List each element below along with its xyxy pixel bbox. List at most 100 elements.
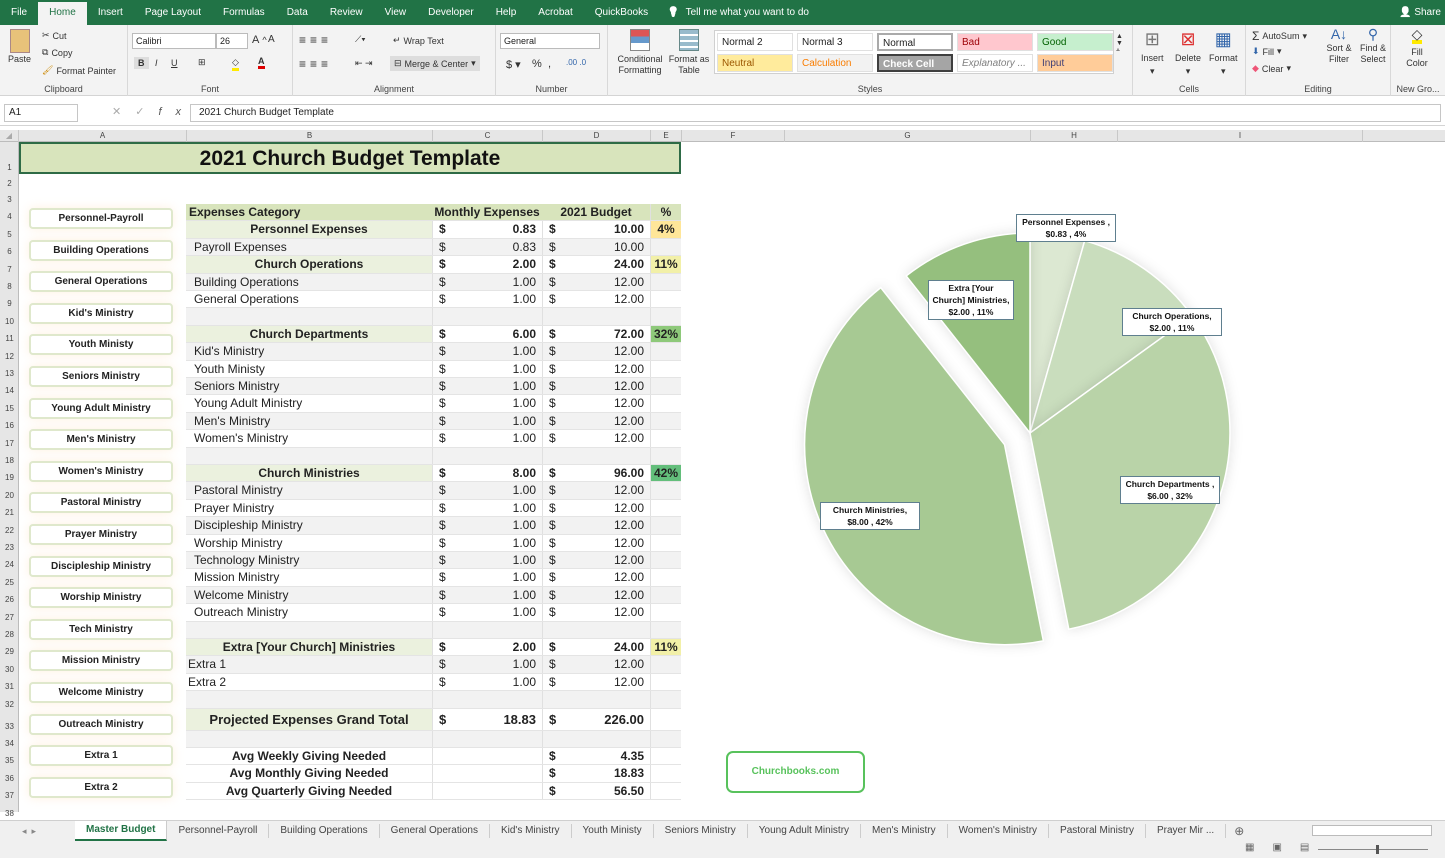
number-format-select[interactable]: General (500, 33, 600, 49)
blank-row[interactable] (186, 621, 681, 639)
autosum-button[interactable]: Σ AutoSum ▾ (1252, 29, 1307, 43)
table-row[interactable]: Pastoral Ministry $1.00 $12.00 (186, 482, 681, 500)
row-header[interactable]: 28 (0, 629, 19, 641)
nav-button-women-s-ministry[interactable]: Women's Ministry (29, 460, 173, 482)
menu-tab-quickbooks[interactable]: QuickBooks (584, 0, 659, 25)
row-header[interactable]: 9 (0, 298, 19, 310)
row-header[interactable]: 22 (0, 525, 19, 537)
style-check-cell[interactable]: Check Cell (877, 54, 953, 72)
column-header-b[interactable]: B (187, 130, 433, 142)
row-header[interactable]: 4 (0, 211, 19, 223)
sheet-tab-pastoral-ministry[interactable]: Pastoral Ministry (1049, 824, 1146, 838)
row-header[interactable]: 17 (0, 438, 19, 450)
underline-button[interactable]: U (168, 57, 181, 69)
blank-row[interactable] (186, 691, 681, 709)
row-header[interactable]: 14 (0, 385, 19, 397)
format-button[interactable]: ▦ Format ▾ (1209, 29, 1238, 77)
row-header[interactable]: 19 (0, 472, 19, 484)
sheet-tab-youth-ministy[interactable]: Youth Ministy (572, 824, 654, 838)
row-header[interactable]: 32 (0, 699, 19, 711)
row-header[interactable]: 38 (0, 808, 19, 820)
churchbooks-link-button[interactable]: Churchbooks.com (726, 751, 865, 793)
row-header[interactable]: 3 (0, 194, 19, 206)
budget-pie-chart[interactable]: Personnel Expenses , $0.83 , 4% Church Op… (780, 190, 1250, 660)
row-header[interactable]: 31 (0, 681, 19, 693)
orientation-icon[interactable]: ⟋▾ (355, 34, 366, 45)
row-header[interactable]: 11 (0, 333, 19, 345)
section-row[interactable]: Personnel Expenses $0.83 $10.00 4% (186, 221, 681, 239)
summary-row[interactable]: Avg Quarterly Giving Needed $56.50 (186, 782, 681, 801)
style-neutral[interactable]: Neutral (717, 54, 793, 72)
select-all-corner[interactable]: ◢ (0, 130, 19, 142)
tell-me-box[interactable]: 💡 Tell me what you want to do (667, 7, 809, 18)
nav-button-building-operations[interactable]: Building Operations (29, 239, 173, 261)
style-normal-2[interactable]: Normal 2 (717, 33, 793, 51)
menu-tab-view[interactable]: View (374, 0, 418, 25)
sheet-nav-arrows[interactable]: ◂ ▸ (0, 826, 75, 837)
section-row[interactable]: Church Departments $6.00 $72.00 32% (186, 325, 681, 344)
row-header[interactable]: 36 (0, 773, 19, 785)
sheet-tab-general-operations[interactable]: General Operations (380, 824, 490, 838)
zoom-slider-thumb[interactable] (1376, 845, 1379, 854)
sheet-tab-seniors-ministry[interactable]: Seniors Ministry (654, 824, 748, 838)
row-header[interactable]: 20 (0, 490, 19, 502)
delete-button[interactable]: ⊠ Delete ▾ (1175, 29, 1201, 77)
column-header-c[interactable]: C (433, 130, 543, 142)
table-row[interactable]: Extra 1 $1.00 $12.00 (186, 656, 681, 674)
row-header[interactable]: 1 (0, 162, 19, 174)
sheet-tab-women-s-ministry[interactable]: Women's Ministry (948, 824, 1050, 838)
comma-button[interactable]: , (548, 58, 551, 70)
percent-button[interactable]: % (532, 58, 542, 70)
column-header-a[interactable]: A (19, 130, 187, 142)
nav-button-kid-s-ministry[interactable]: Kid's Ministry (29, 302, 173, 324)
nav-button-welcome-ministry[interactable]: Welcome Ministry (29, 682, 173, 703)
menu-tab-acrobat[interactable]: Acrobat (527, 0, 583, 25)
table-row[interactable]: Kid's Ministry $1.00 $12.00 (186, 343, 681, 361)
sheet-title[interactable]: 2021 Church Budget Template (19, 142, 681, 174)
row-header[interactable]: 5 (0, 229, 19, 241)
column-header-i[interactable]: I (1118, 130, 1363, 142)
grand-total-row[interactable]: Projected Expenses Grand Total $18.83 $226… (186, 708, 681, 731)
table-row[interactable]: Young Adult Ministry $1.00 $12.00 (186, 395, 681, 413)
shrink-font-button[interactable]: A (268, 34, 275, 45)
table-row[interactable]: Seniors Ministry $1.00 $12.00 (186, 378, 681, 396)
copy-button[interactable]: ⧉ Copy (42, 47, 72, 58)
table-row[interactable]: Men's Ministry $1.00 $12.00 (186, 412, 681, 431)
menu-tab-insert[interactable]: Insert (87, 0, 134, 25)
row-header[interactable]: 27 (0, 612, 19, 624)
nav-button-young-adult-ministry[interactable]: Young Adult Ministry (29, 397, 173, 419)
table-row[interactable]: Extra 2 $1.00 $12.00 (186, 673, 681, 692)
format-as-table-button[interactable]: Format as Table (666, 29, 712, 76)
find-select-button[interactable]: ⚲ Find & Select (1356, 27, 1390, 65)
column-header-d[interactable]: D (543, 130, 651, 142)
menu-tab-developer[interactable]: Developer (417, 0, 485, 25)
cut-button[interactable]: ✂ Cut (42, 30, 67, 41)
section-row[interactable]: Church Ministries $8.00 $96.00 42% (186, 465, 681, 483)
table-row[interactable]: Technology Ministry $1.00 $12.00 (186, 552, 681, 570)
nav-button-prayer-ministry[interactable]: Prayer Ministry (29, 524, 173, 545)
formula-input[interactable]: 2021 Church Budget Template (190, 104, 1441, 122)
nav-button-outreach-ministry[interactable]: Outreach Ministry (29, 713, 173, 735)
style-normal-3[interactable]: Normal 3 (797, 33, 873, 51)
menu-tab-home[interactable]: Home (38, 2, 87, 25)
italic-button[interactable]: I (152, 57, 161, 69)
table-row[interactable]: Worship Ministry $1.00 $12.00 (186, 534, 681, 552)
table-row[interactable]: Youth Ministy $1.00 $12.00 (186, 360, 681, 378)
sheet-tab-kid-s-ministry[interactable]: Kid's Ministry (490, 824, 572, 838)
sheet-tab-personnel-payroll[interactable]: Personnel-Payroll (167, 824, 270, 838)
sheet-tab-men-s-ministry[interactable]: Men's Ministry (861, 824, 948, 838)
row-header[interactable]: 16 (0, 420, 19, 432)
row-header[interactable]: 21 (0, 507, 19, 519)
horizontal-align-icons[interactable]: ≡≡≡ (299, 57, 332, 71)
styles-scroll[interactable]: ▲ ▼ ⩡ (1116, 33, 1123, 55)
row-header[interactable]: 29 (0, 646, 19, 658)
nav-button-extra-1[interactable]: Extra 1 (29, 745, 173, 767)
row-header[interactable]: 8 (0, 281, 19, 293)
table-row[interactable]: Mission Ministry $1.00 $12.00 (186, 569, 681, 587)
nav-button-worship-ministry[interactable]: Worship Ministry (29, 587, 173, 609)
nav-button-extra-2[interactable]: Extra 2 (29, 776, 173, 798)
nav-button-youth-ministy[interactable]: Youth Ministy (29, 334, 173, 356)
table-row[interactable]: Outreach Ministry $1.00 $12.00 (186, 604, 681, 622)
view-buttons[interactable]: ▦▣▤ (1245, 842, 1327, 853)
fill-color-icon[interactable]: ◇ (232, 57, 239, 71)
